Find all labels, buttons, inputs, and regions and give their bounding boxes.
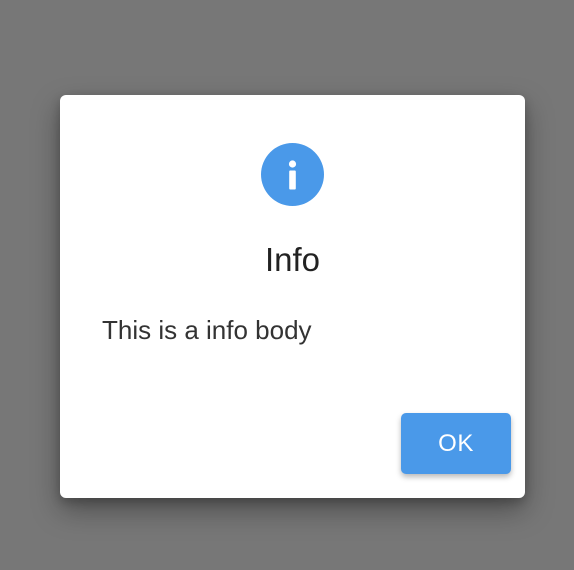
dialog-body: This is a info body — [102, 315, 312, 345]
dialog-title: Info — [264, 241, 321, 278]
ok-button[interactable]: OK — [401, 413, 511, 474]
info-dialog: Info This is a info body OK — [60, 95, 525, 498]
info-icon — [261, 143, 324, 206]
info-icon-glyph — [288, 160, 297, 190]
